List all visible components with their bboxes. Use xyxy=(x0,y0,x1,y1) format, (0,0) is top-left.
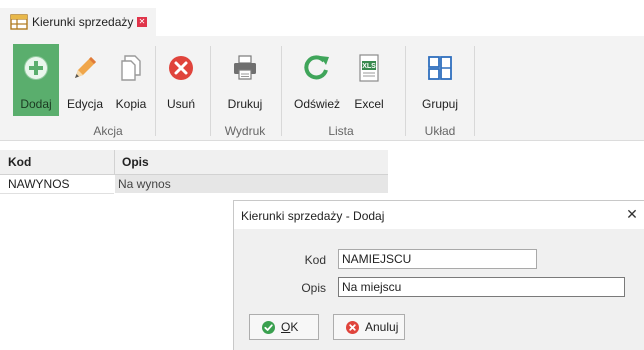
copy-button[interactable]: Kopia xyxy=(111,44,151,116)
excel-button-label: Excel xyxy=(354,97,384,111)
group-label-akcja: Akcja xyxy=(93,124,123,138)
edit-button[interactable]: Edycja xyxy=(63,44,107,116)
group-button[interactable]: Grupuj xyxy=(415,44,465,116)
column-header-kod[interactable]: Kod xyxy=(8,155,31,169)
grid-header: Kod Opis xyxy=(0,150,388,175)
refresh-button-label: Odśwież xyxy=(293,97,340,111)
divider xyxy=(405,46,406,136)
column-divider xyxy=(114,150,115,174)
cell-kod-text: NAWYNOS xyxy=(8,177,70,191)
tab-title: Kierunki sprzedaży xyxy=(32,15,134,29)
kod-input[interactable] xyxy=(338,249,537,269)
dialog-titlebar[interactable]: Kierunki sprzedaży - Dodaj ✕ xyxy=(234,201,644,229)
delete-button-label: Usuń xyxy=(166,97,195,111)
ok-button-label: OK xyxy=(281,320,298,334)
divider xyxy=(474,46,475,136)
cell-kod[interactable]: NAWYNOS xyxy=(0,175,114,194)
cancel-icon xyxy=(346,321,359,334)
close-icon[interactable]: ✕ xyxy=(623,205,641,223)
kod-label: Kod xyxy=(304,253,326,267)
print-button[interactable]: Drukuj xyxy=(222,44,268,116)
add-button[interactable]: Dodaj xyxy=(13,44,59,116)
tab-kierunki-sprzedazy[interactable]: Kierunki sprzedaży ✕ xyxy=(0,8,156,36)
print-button-label: Drukuj xyxy=(227,97,263,111)
delete-circle-icon xyxy=(169,56,193,80)
divider xyxy=(281,46,282,136)
add-button-label: Dodaj xyxy=(20,97,52,111)
copy-button-label: Kopia xyxy=(115,97,147,111)
group-icon xyxy=(428,56,452,80)
excel-icon: XLS xyxy=(359,54,379,82)
group-label-wydruk: Wydruk xyxy=(224,124,266,138)
column-header-opis[interactable]: Opis xyxy=(122,155,149,169)
cell-opis[interactable]: Na wynos xyxy=(115,175,388,193)
close-icon[interactable]: ✕ xyxy=(137,17,147,27)
excel-button[interactable]: XLS Excel xyxy=(347,44,391,116)
group-label-lista: Lista xyxy=(328,124,354,138)
checkmark-icon xyxy=(262,321,275,334)
plus-circle-icon xyxy=(24,56,48,80)
ok-button[interactable]: OK xyxy=(249,314,319,340)
copy-icon xyxy=(121,55,141,81)
cancel-button[interactable]: Anuluj xyxy=(333,314,405,340)
add-dialog: Kierunki sprzedaży - Dodaj ✕ Kod Opis OK… xyxy=(233,200,644,350)
divider xyxy=(155,46,156,136)
cancel-button-label: Anuluj xyxy=(365,320,399,334)
printer-icon xyxy=(234,55,256,80)
table-icon xyxy=(10,14,28,30)
table-row[interactable]: NAWYNOS Na wynos xyxy=(0,175,388,194)
ribbon: Dodaj Edycja Kopia Usuń Akcja Drukuj Wyd… xyxy=(0,36,644,141)
edit-button-label: Edycja xyxy=(66,97,104,111)
refresh-icon xyxy=(304,55,329,80)
refresh-button[interactable]: Odśwież xyxy=(292,44,342,116)
dialog-title: Kierunki sprzedaży - Dodaj xyxy=(241,209,385,223)
svg-text:XLS: XLS xyxy=(362,63,376,70)
opis-label: Opis xyxy=(301,281,326,295)
ok-mnemonic: O xyxy=(281,320,291,334)
group-label-uklad: Układ xyxy=(424,124,456,138)
ok-label-rest: K xyxy=(290,320,299,334)
divider xyxy=(210,46,211,136)
pencil-icon xyxy=(75,57,96,78)
tab-strip: Kierunki sprzedaży ✕ xyxy=(0,0,644,36)
opis-input[interactable] xyxy=(338,277,625,297)
delete-button[interactable]: Usuń xyxy=(160,44,202,116)
cell-opis-text: Na wynos xyxy=(118,177,171,191)
group-button-label: Grupuj xyxy=(421,97,459,111)
